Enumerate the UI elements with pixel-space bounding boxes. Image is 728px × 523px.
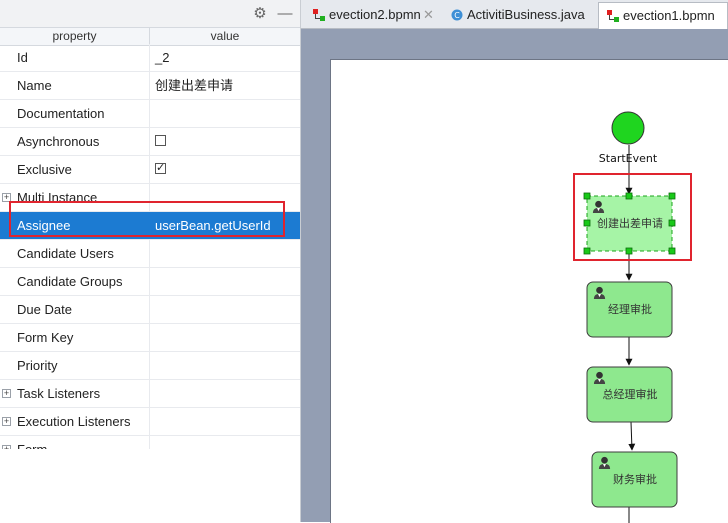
- property-row-priority[interactable]: Priority: [0, 352, 300, 380]
- property-value-documentation[interactable]: [149, 100, 299, 127]
- property-value-priority[interactable]: [149, 352, 299, 379]
- property-row-candidate-users[interactable]: Candidate Users: [0, 240, 300, 268]
- task-label: 经理审批: [608, 302, 652, 316]
- property-value-assignee[interactable]: userBean.getUserId: [149, 212, 299, 239]
- property-value-due-date[interactable]: [149, 296, 299, 323]
- task-label: 财务审批: [613, 472, 657, 486]
- property-row-execution-listeners[interactable]: + Execution Listeners: [0, 408, 300, 436]
- gear-icon[interactable]: ⚙: [251, 5, 269, 23]
- checkbox-unchecked[interactable]: [155, 135, 166, 146]
- expand-icon[interactable]: +: [2, 417, 11, 426]
- property-name: Documentation: [17, 106, 105, 121]
- property-row-id[interactable]: Id _2: [0, 44, 300, 72]
- sequence-flow[interactable]: [628, 421, 636, 451]
- task-label: 创建出差申请: [597, 216, 663, 230]
- properties-panel: ⚙ — property value Id _2 Name 创建出差申请 Documen…: [0, 0, 301, 522]
- property-value-exclusive[interactable]: ✓: [149, 156, 299, 183]
- checkbox-checked[interactable]: ✓: [155, 163, 166, 174]
- expand-icon[interactable]: +: [2, 389, 11, 398]
- property-row-documentation[interactable]: Documentation: [0, 100, 300, 128]
- property-name: Asynchronous: [17, 134, 100, 149]
- property-row-multi-instance[interactable]: + Multi Instance: [0, 184, 300, 212]
- tab-label: ActivitiBusiness.java: [467, 7, 585, 22]
- property-name: Candidate Users: [17, 246, 114, 261]
- property-name: Multi Instance: [17, 190, 98, 205]
- start-event-label: StartEvent: [599, 152, 658, 165]
- properties-toolbar: ⚙ —: [0, 0, 300, 27]
- bpmn-file-icon: [313, 9, 325, 21]
- tab-activitibusiness-java[interactable]: C ActivitiBusiness.java: [443, 2, 596, 28]
- property-value-name[interactable]: 创建出差申请: [149, 72, 299, 99]
- bpmn-file-icon: [607, 10, 619, 22]
- start-event[interactable]: [611, 111, 645, 145]
- close-icon[interactable]: ✕: [423, 2, 434, 28]
- property-row-exclusive[interactable]: Exclusive ✓: [0, 156, 300, 184]
- property-name: Priority: [17, 358, 58, 373]
- property-row-due-date[interactable]: Due Date: [0, 296, 300, 324]
- property-name: Assignee: [17, 218, 71, 233]
- property-name: Execution Listeners: [17, 414, 131, 429]
- tab-evection2-bpmn[interactable]: evection2.bpmn ✕: [305, 2, 441, 28]
- property-row-form-key[interactable]: Form Key: [0, 324, 300, 352]
- property-value-execution-listeners[interactable]: [149, 408, 299, 435]
- tab-label: evection1.bpmn: [623, 8, 715, 23]
- editor-tab-bar: evection2.bpmn ✕ C ActivitiBusiness.java…: [301, 0, 728, 29]
- property-column-header[interactable]: property: [0, 28, 149, 45]
- property-name: Id: [17, 50, 28, 65]
- property-name: Exclusive: [17, 162, 72, 177]
- property-row-assignee[interactable]: Assignee userBean.getUserId: [0, 212, 300, 240]
- property-value-form-key[interactable]: [149, 324, 299, 351]
- expand-icon[interactable]: +: [2, 193, 11, 202]
- task-label: 总经理审批: [603, 387, 658, 401]
- property-name: Candidate Groups: [17, 274, 123, 289]
- java-class-icon: C: [451, 9, 463, 21]
- property-name: Name: [17, 78, 52, 93]
- property-value-multi-instance[interactable]: [149, 184, 299, 211]
- bpmn-diagram: StartEvent 创建出差申请 经理审批 总经理审批 财务审批: [573, 111, 692, 523]
- property-value-task-listeners[interactable]: [149, 380, 299, 407]
- property-value-asynchronous[interactable]: [149, 128, 299, 155]
- property-row-asynchronous[interactable]: Asynchronous: [0, 128, 300, 156]
- minimize-icon[interactable]: —: [276, 5, 294, 23]
- property-value-candidate-users[interactable]: [149, 240, 299, 267]
- property-table: Id _2 Name 创建出差申请 Documentation Asynchronous E…: [0, 44, 300, 464]
- properties-empty-area: [0, 449, 300, 522]
- tab-evection1-bpmn[interactable]: evection1.bpmn: [598, 2, 728, 29]
- property-row-name[interactable]: Name 创建出差申请: [0, 72, 300, 100]
- property-row-candidate-groups[interactable]: Candidate Groups: [0, 268, 300, 296]
- value-column-header[interactable]: value: [149, 28, 300, 45]
- tab-label: evection2.bpmn: [329, 7, 421, 22]
- svg-text:C: C: [454, 11, 460, 20]
- property-row-task-listeners[interactable]: + Task Listeners: [0, 380, 300, 408]
- property-name: Form Key: [17, 330, 74, 345]
- property-name: Due Date: [17, 302, 72, 317]
- property-value-id[interactable]: _2: [149, 44, 299, 71]
- property-name: Task Listeners: [17, 386, 101, 401]
- property-value-candidate-groups[interactable]: [149, 268, 299, 295]
- diagram-canvas[interactable]: StartEvent 创建出差申请 经理审批 总经理审批 财务审批: [330, 59, 728, 523]
